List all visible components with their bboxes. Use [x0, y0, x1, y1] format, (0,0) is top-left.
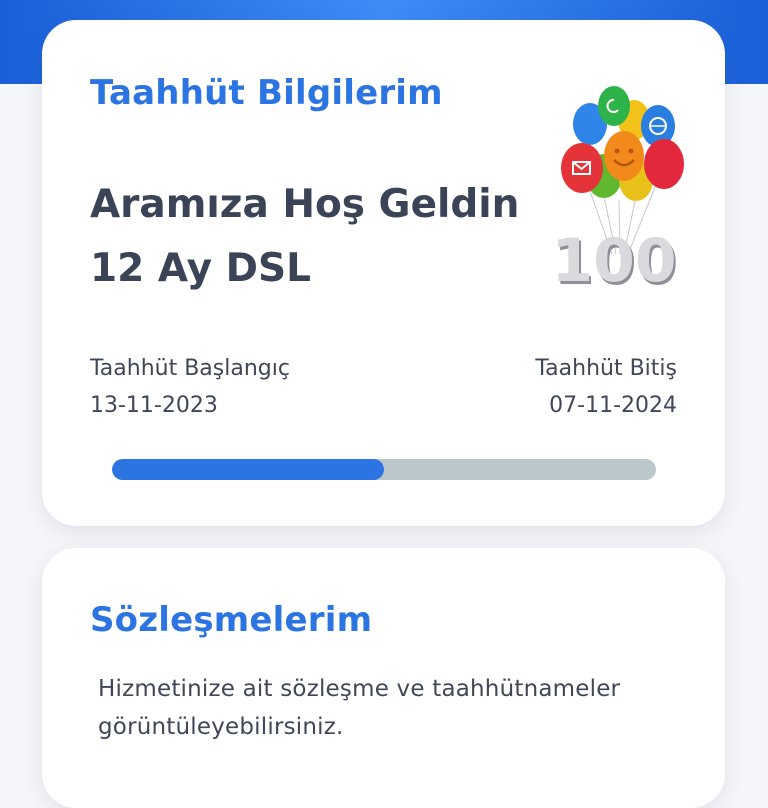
start-date-label: Taahhüt Başlangıç: [90, 356, 290, 381]
end-date-value: 07-11-2024: [549, 393, 677, 418]
commitment-card: Taahhüt Bilgilerim Aramıza Hoş Geldin 12…: [42, 20, 725, 526]
balloons-100-illustration: 100 100: [554, 86, 684, 296]
commitment-progress-bar: [112, 459, 656, 480]
plan-name: 12 Ay DSL: [90, 246, 311, 291]
commitment-progress-fill: [112, 459, 384, 480]
contracts-description: Hizmetinize ait sözleşme ve taahhütnamel…: [98, 676, 621, 740]
start-date-value: 13-11-2023: [90, 393, 218, 418]
contracts-card[interactable]: Sözleşmelerim Hizmetinize ait sözleşme v…: [42, 548, 725, 808]
contracts-title: Sözleşmelerim: [90, 600, 373, 640]
welcome-text: Aramıza Hoş Geldin: [90, 182, 520, 227]
end-date-label: Taahhüt Bitiş: [535, 356, 677, 381]
badge-number: 100: [554, 226, 677, 296]
commitment-title: Taahhüt Bilgilerim: [90, 73, 443, 113]
